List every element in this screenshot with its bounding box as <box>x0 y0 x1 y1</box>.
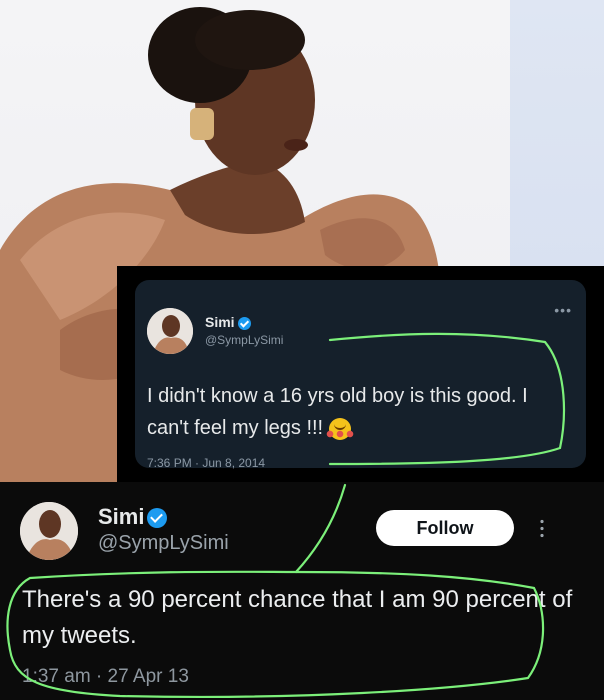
avatar[interactable] <box>20 502 78 560</box>
verified-badge-icon <box>237 316 251 330</box>
username[interactable]: @SympLySimi <box>98 532 229 555</box>
follow-button[interactable]: Follow <box>376 510 514 546</box>
tweet-card-new: Simi @SympLySimi Follow There's a 90 per… <box>0 482 604 700</box>
verified-badge-icon <box>147 508 168 529</box>
more-options-icon[interactable] <box>540 518 544 538</box>
tweet-card-old: Simi @SympLySimi ••• I didn't know a 16 … <box>117 266 604 484</box>
display-name[interactable]: Simi <box>205 314 251 330</box>
tweet-timestamp[interactable]: 7:36 PM · Jun 8, 2014 <box>147 456 265 470</box>
tweet-text: I didn't know a 16 yrs old boy is this g… <box>147 385 528 440</box>
tweet-card-old-body: Simi @SympLySimi ••• I didn't know a 16 … <box>135 280 586 470</box>
tweet-timestamp[interactable]: 1:37 am · 27 Apr 13 <box>22 666 189 688</box>
username[interactable]: @SympLySimi <box>205 333 283 347</box>
avatar[interactable] <box>147 308 193 354</box>
tweet-text: There's a 90 percent chance that I am 90… <box>22 586 573 649</box>
more-options-icon[interactable]: ••• <box>554 302 572 318</box>
display-name[interactable]: Simi <box>98 504 168 530</box>
smiling-face-with-hearts-icon <box>324 417 355 440</box>
